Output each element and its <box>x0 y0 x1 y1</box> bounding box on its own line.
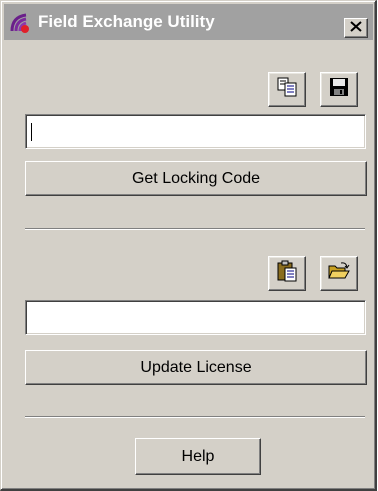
app-icon <box>9 12 31 34</box>
locking-code-field[interactable] <box>25 114 366 149</box>
paste-icon <box>276 260 298 287</box>
copy-button[interactable] <box>268 72 306 107</box>
section-divider <box>25 228 365 230</box>
paste-button[interactable] <box>268 256 306 291</box>
open-button[interactable] <box>320 256 358 291</box>
copy-icon <box>276 77 298 102</box>
update-license-button[interactable]: Update License <box>25 350 367 385</box>
license-field[interactable] <box>25 300 366 335</box>
save-floppy-icon <box>329 77 349 102</box>
window-title: Field Exchange Utility <box>38 12 215 31</box>
close-icon <box>350 19 362 37</box>
help-button[interactable]: Help <box>135 438 261 475</box>
save-button[interactable] <box>320 72 358 107</box>
title-bar[interactable]: Field Exchange Utility <box>4 4 373 40</box>
close-button[interactable] <box>344 18 368 38</box>
get-locking-code-button[interactable]: Get Locking Code <box>25 161 367 196</box>
field-exchange-window: Field Exchange Utility Get Locking Code … <box>0 0 377 491</box>
footer-divider <box>25 416 365 418</box>
open-folder-icon <box>328 261 350 286</box>
